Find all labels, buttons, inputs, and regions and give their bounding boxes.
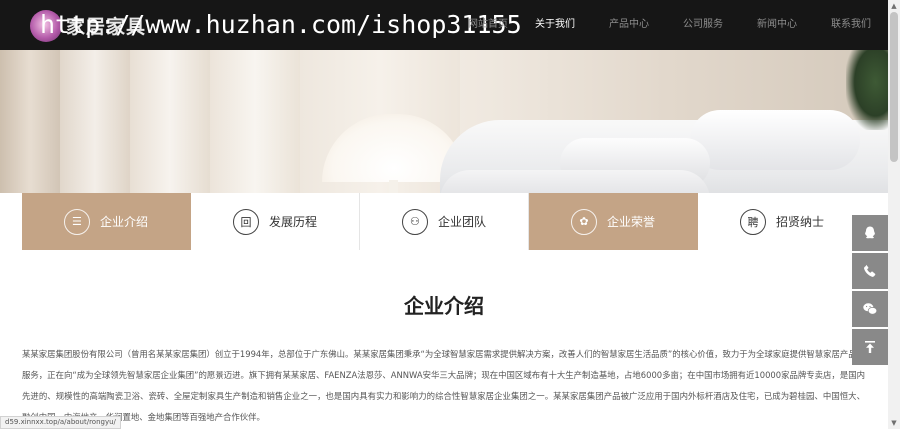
tab-label: 企业荣誉 xyxy=(606,215,655,229)
qq-icon xyxy=(865,226,875,239)
tab-careers[interactable]: 聘 招贤纳士 xyxy=(698,193,866,250)
document-icon: ☰ xyxy=(63,208,90,235)
status-bar-url: d59.xinnxx.top/a/about/rongyu/ xyxy=(0,416,121,429)
honor-icon: ✿ xyxy=(570,208,597,235)
nav-item-contact[interactable]: 联系我们 xyxy=(814,0,888,50)
page: 家居家具 http://www.huzhan.com/ishop31155 网站… xyxy=(0,0,900,429)
back-to-top-icon xyxy=(865,341,875,353)
scroll-down-arrow-icon[interactable]: ▼ xyxy=(888,417,900,429)
nav-item-services[interactable]: 公司服务 xyxy=(666,0,740,50)
curtain-graphic xyxy=(0,50,60,193)
history-icon: 回 xyxy=(232,208,259,235)
pillow-graphic xyxy=(690,110,860,170)
wechat-icon xyxy=(863,303,878,315)
side-toolbar xyxy=(852,215,888,367)
nav-item-about[interactable]: 关于我们 xyxy=(518,0,592,50)
scroll-up-arrow-icon[interactable]: ▲ xyxy=(888,0,900,12)
plant-graphic xyxy=(846,50,888,130)
scrollbar-thumb[interactable] xyxy=(890,12,898,162)
nav-item-products[interactable]: 产品中心 xyxy=(592,0,666,50)
tab-label: 企业团队 xyxy=(437,215,486,229)
qq-button[interactable] xyxy=(852,215,888,251)
tab-company-intro[interactable]: ☰ 企业介绍 xyxy=(22,193,191,250)
section-title: 企业介绍 xyxy=(404,294,484,318)
nav-item-home[interactable]: 网站首页 xyxy=(458,0,518,50)
curtain-graphic xyxy=(60,50,130,193)
curtain-graphic xyxy=(130,50,210,193)
main-nav: 网站首页 关于我们 产品中心 公司服务 新闻中心 联系我们 xyxy=(458,0,888,50)
phone-icon xyxy=(864,264,876,277)
duvet-graphic xyxy=(440,170,710,193)
phone-button[interactable] xyxy=(852,253,888,289)
recruit-icon: 聘 xyxy=(739,208,766,235)
tab-history[interactable]: 回 发展历程 xyxy=(191,193,360,250)
tab-label: 招贤纳士 xyxy=(775,215,824,229)
tab-honors[interactable]: ✿ 企业荣誉 xyxy=(529,193,698,250)
intro-paragraph: 某某家居集团股份有限公司（曾用名某某家居集团）创立于1994年，总部位于广东佛山… xyxy=(22,349,865,423)
scrollbar[interactable]: ▲ ▼ xyxy=(888,0,900,429)
tab-team[interactable]: ⚇ 企业团队 xyxy=(360,193,529,250)
hero-banner xyxy=(0,50,888,193)
back-to-top-button[interactable] xyxy=(852,329,888,365)
nav-item-news[interactable]: 新闻中心 xyxy=(740,0,814,50)
tab-label: 企业介绍 xyxy=(99,215,148,229)
tab-label: 发展历程 xyxy=(268,215,317,229)
lamp-stand xyxy=(389,180,398,193)
watermark-text: http://www.huzhan.com/ishop31155 xyxy=(40,10,522,39)
site-header: 家居家具 http://www.huzhan.com/ishop31155 网站… xyxy=(0,0,888,50)
curtain-graphic xyxy=(210,50,300,193)
wechat-button[interactable] xyxy=(852,291,888,327)
team-icon: ⚇ xyxy=(401,208,428,235)
about-tabs: ☰ 企业介绍 回 发展历程 ⚇ 企业团队 ✿ 企业荣誉 聘 招贤纳士 xyxy=(22,193,866,250)
